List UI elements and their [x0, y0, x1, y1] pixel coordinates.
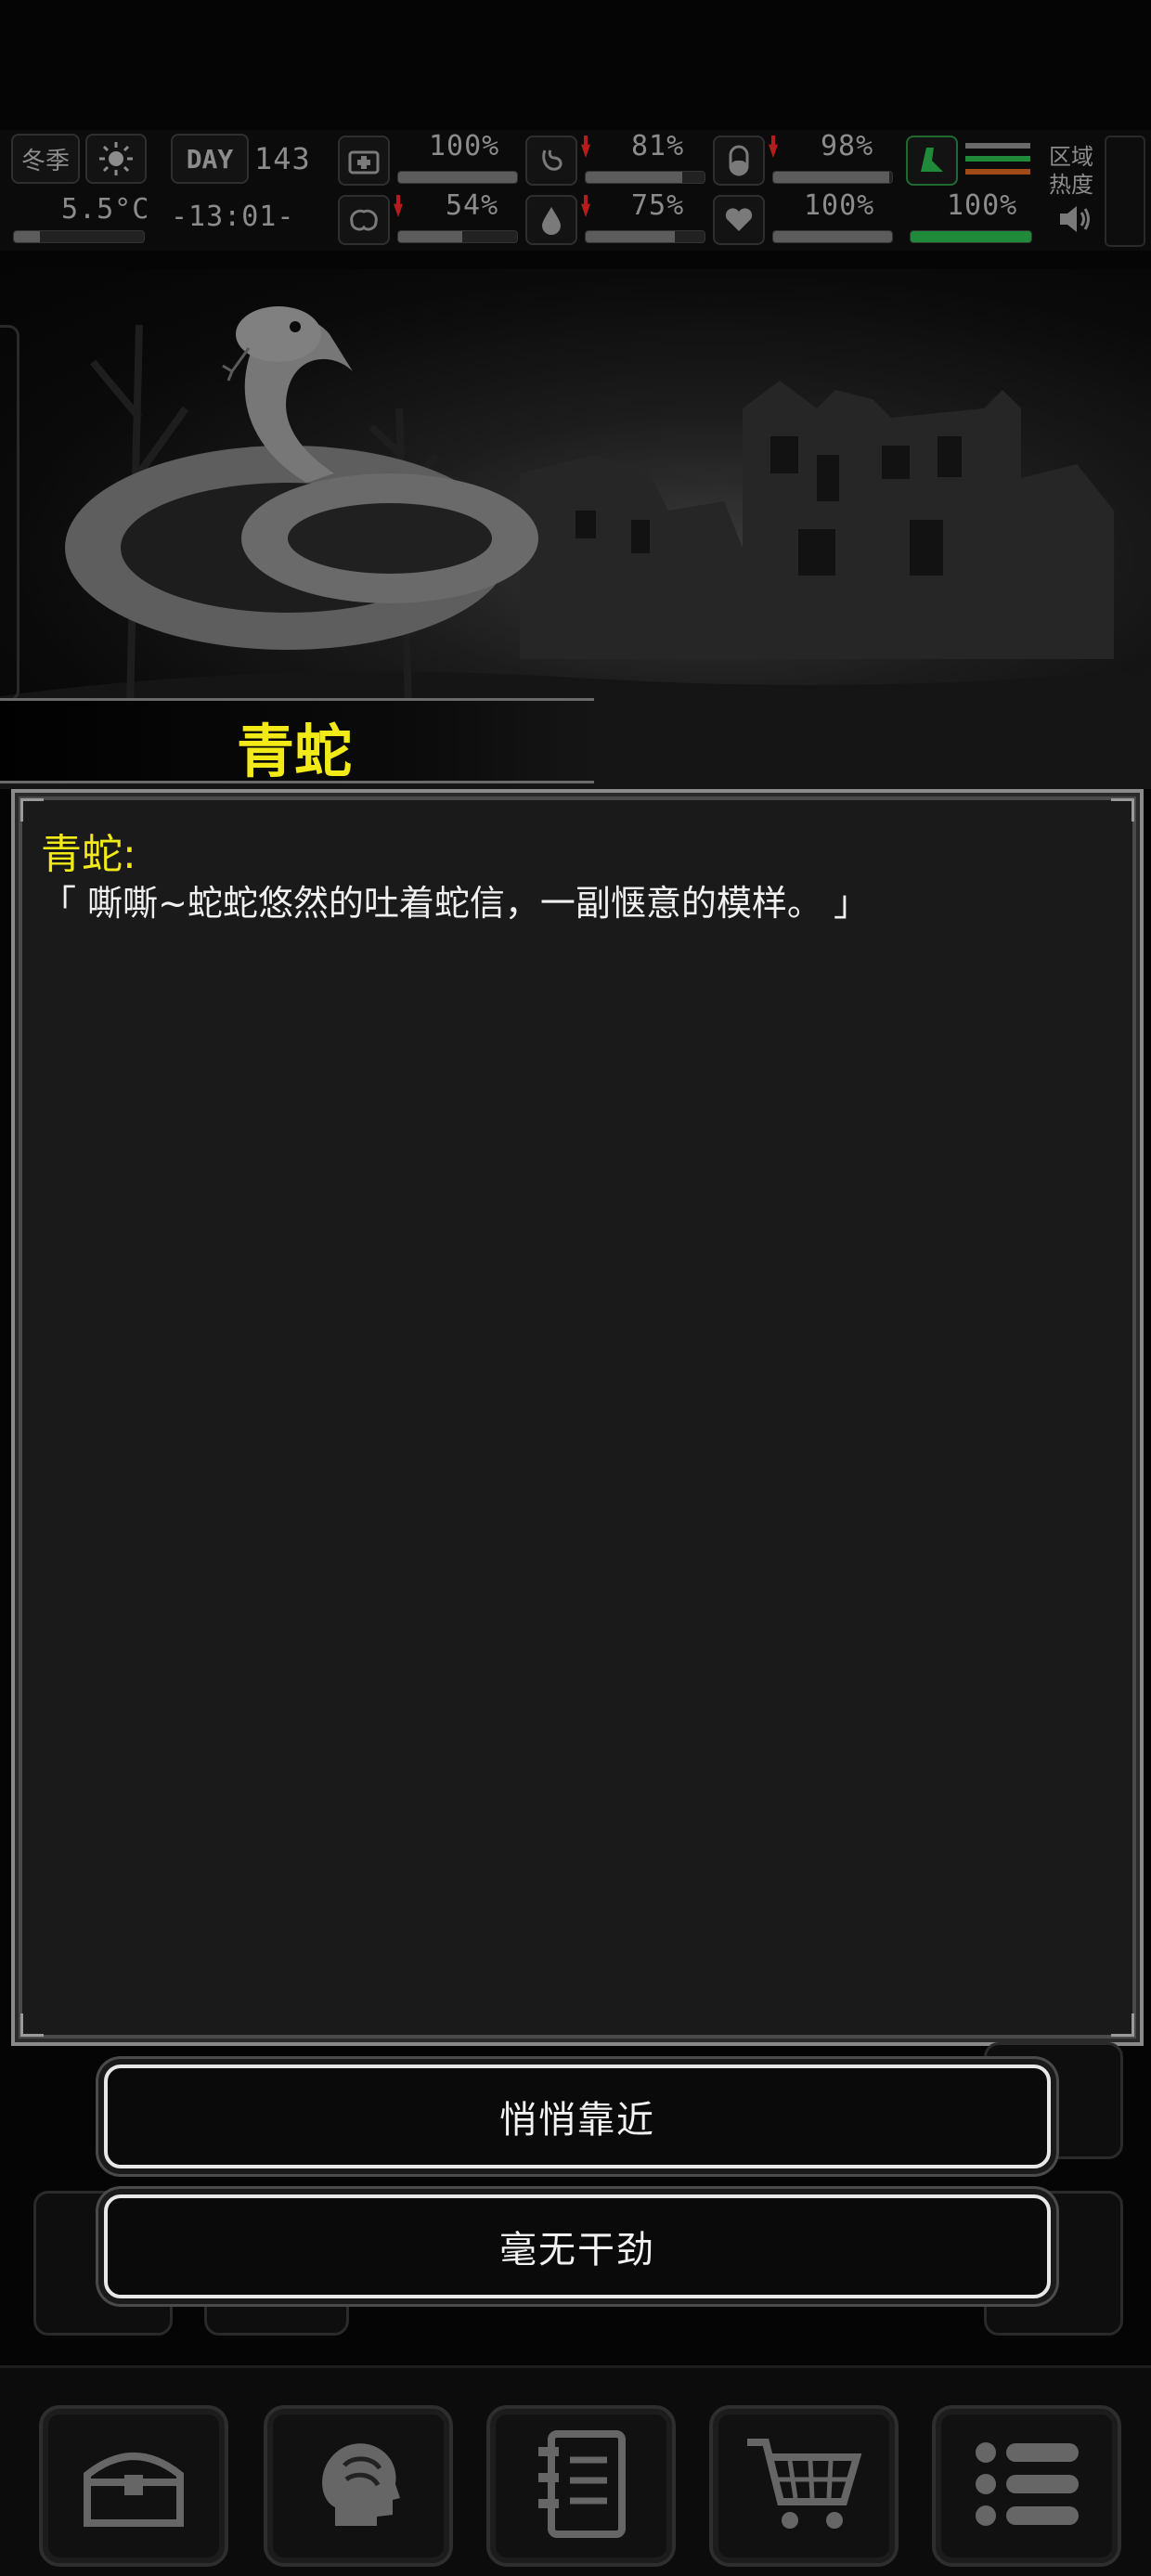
area-heat-line-2 [965, 156, 1030, 162]
treasure-chest-icon [78, 2438, 189, 2534]
corner-ornament [20, 2013, 44, 2037]
water-drop-icon [525, 195, 577, 245]
first-aid-icon [338, 136, 390, 186]
thirst-decrease-arrow [581, 195, 590, 217]
pill-icon [713, 136, 765, 186]
day-label: DAY [186, 143, 234, 175]
medicine-bar [772, 171, 893, 184]
thirst-value: 75% [631, 189, 685, 222]
temperature-readout: 5.5°C [61, 193, 150, 226]
skills-button[interactable] [264, 2405, 453, 2567]
choice-listless-button[interactable]: 毫无干劲 [104, 2194, 1051, 2298]
speaker-name: 青蛇: [41, 831, 136, 878]
corner-ornament [1111, 798, 1134, 822]
medicine-value: 98% [821, 130, 874, 162]
sun-icon [85, 134, 147, 184]
choice-label: 悄悄靠近 [499, 2099, 655, 2142]
area-heat-line-1 [965, 143, 1030, 149]
menu-list-icon [971, 2438, 1082, 2534]
health-value: 100% [429, 130, 500, 162]
area-heat-meter [1105, 136, 1145, 247]
sanity-bar [397, 230, 518, 243]
clock-readout: -13:01- [171, 201, 295, 233]
hunger-value: 81% [631, 130, 685, 162]
hunger-bar [585, 171, 705, 184]
stamina-bar [910, 230, 1032, 243]
thirst-bar [585, 230, 705, 243]
day-badge: DAY [171, 134, 249, 184]
status-bar: 冬季 5.5°C DAY 143 -13:01- 100% 81% 98% 54… [0, 130, 1151, 251]
choice-sneak-closer-button[interactable]: 悄悄靠近 [104, 2065, 1051, 2168]
left-side-tab[interactable] [0, 325, 19, 702]
shopping-cart-icon [744, 2433, 864, 2539]
encounter-title: 青蛇 [237, 718, 353, 785]
mood-value: 100% [804, 189, 875, 222]
heart-icon [713, 195, 765, 245]
hunger-decrease-arrow [581, 136, 590, 158]
medicine-decrease-arrow [769, 136, 778, 158]
brain-head-icon [307, 2433, 409, 2539]
season-badge: 冬季 [11, 134, 80, 184]
temperature-bar [13, 230, 145, 243]
sanity-decrease-arrow [394, 195, 403, 217]
stamina-value: 100% [947, 189, 1018, 222]
day-number: 143 [254, 141, 311, 176]
speaker-icon[interactable] [1056, 202, 1093, 239]
dialog-panel: 青蛇: 「 嘶嘶~蛇蛇悠然的吐着蛇信，一副惬意的模样。 」 [11, 789, 1144, 2046]
menu-button[interactable] [932, 2405, 1121, 2567]
stamina-icon [906, 136, 958, 186]
area-heat-label: 区域热度 [1049, 144, 1093, 198]
sanity-value: 54% [446, 189, 499, 222]
dialog-text: 「 嘶嘶~蛇蛇悠然的吐着蛇信，一副惬意的模样。 」 [41, 883, 870, 924]
notebook-icon [535, 2428, 627, 2544]
shop-button[interactable] [709, 2405, 899, 2567]
stomach-icon [525, 136, 577, 186]
inventory-button[interactable] [39, 2405, 228, 2567]
season-label: 冬季 [20, 147, 70, 175]
encounter-title-bar: 青蛇 [0, 698, 594, 785]
journal-button[interactable] [486, 2405, 676, 2567]
health-bar [397, 171, 518, 184]
brain-icon [338, 195, 390, 245]
corner-ornament [20, 798, 44, 822]
corner-ornament [1111, 2013, 1134, 2037]
mood-bar [772, 230, 893, 243]
area-heat-line-3 [965, 169, 1030, 175]
bottom-navigation [0, 2365, 1151, 2576]
choice-label: 毫无干劲 [499, 2229, 655, 2272]
